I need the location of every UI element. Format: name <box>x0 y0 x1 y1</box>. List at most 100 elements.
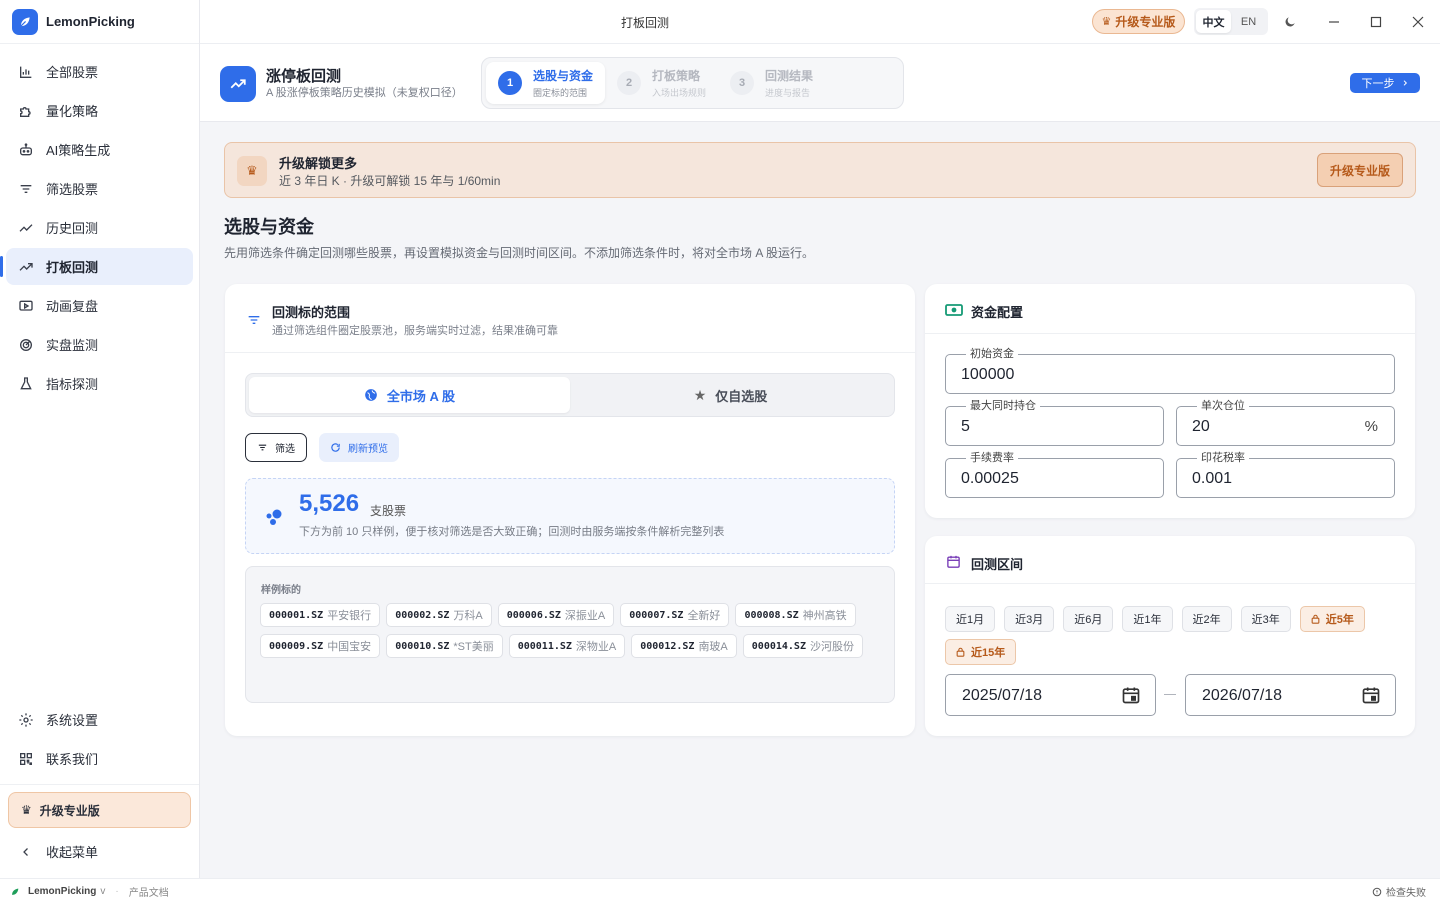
commission-rate-field[interactable]: 手续费率 0.00025 <box>945 452 1164 498</box>
step-results[interactable]: 3 回测结果 进度与报告 <box>718 62 825 104</box>
preset-15y-button[interactable]: 近15年 <box>945 639 1017 665</box>
field-label: 最大同时持仓 <box>966 400 1040 413</box>
sidebar-item-indicator-probe[interactable]: 指标探测 <box>6 365 193 402</box>
refresh-preview-button[interactable]: 刷新预览 <box>319 433 399 462</box>
play-screen-icon <box>17 297 35 315</box>
field-value: 100000 <box>961 366 1015 383</box>
stock-code: 000010.SZ <box>395 640 450 652</box>
field-value: 0.001 <box>1192 470 1233 487</box>
stock-code: 000006.SZ <box>506 609 561 621</box>
sidebar-item-label: 筛选股票 <box>46 182 99 197</box>
stock-name: 平安银行 <box>327 610 372 622</box>
stock-name: 万科A <box>453 610 483 622</box>
sidebar-item-limit-up-backtest[interactable]: 打板回测 <box>0 248 193 285</box>
banner-subtitle: 近 3 年日 K · 升级可解锁 15 年与 1/60min <box>279 174 501 188</box>
preset-5y-button[interactable]: 近5年 <box>1299 606 1365 632</box>
step-subtitle: 进度与报告 <box>765 88 811 98</box>
position-size-field[interactable]: 单次仓位 20 % <box>1176 400 1395 446</box>
step-strategy[interactable]: 2 打板策略 入场出场规则 <box>605 62 718 104</box>
language-switch: 中文 EN <box>1194 8 1268 35</box>
preset-1m-button[interactable]: 近1月 <box>945 606 996 632</box>
step-number: 2 <box>617 71 642 95</box>
refresh-label: 刷新预览 <box>348 444 388 455</box>
status-app-name: LemonPicking <box>28 886 97 897</box>
stamp-tax-field[interactable]: 印花税率 0.001 <box>1176 452 1395 498</box>
sidebar-item-screen-stocks[interactable]: 筛选股票 <box>6 170 193 207</box>
preset-6m-button[interactable]: 近6月 <box>1063 606 1114 632</box>
update-check-status[interactable]: 检查失败 <box>1386 884 1426 899</box>
next-step-button[interactable]: 下一步 <box>1350 73 1420 93</box>
sample-chip: 000002.SZ 万科A <box>386 603 492 627</box>
stock-code: 000007.SZ <box>629 609 684 621</box>
field-label: 手续费率 <box>966 452 1018 465</box>
preset-1y-button[interactable]: 近1年 <box>1122 606 1173 632</box>
date-range-separator <box>1164 694 1176 695</box>
sidebar-item-label: 系统设置 <box>46 713 99 728</box>
sample-chip: 000001.SZ 平安银行 <box>260 603 381 627</box>
stock-code: 000008.SZ <box>744 609 799 621</box>
sidebar-bottom-nav: 系统设置 联系我们 <box>0 699 199 779</box>
page-header: 涨停板回测 A 股涨停板策略历史模拟（未复权口径） 1 选股与资金 圈定标的范围… <box>200 44 1440 122</box>
sidebar-item-ai-strategy[interactable]: AI策略生成 <box>6 131 193 168</box>
docs-link[interactable]: 产品文档 <box>129 884 169 899</box>
filter-button[interactable]: 筛选 <box>245 433 307 462</box>
max-positions-field[interactable]: 最大同时持仓 5 <box>945 400 1164 446</box>
step-number: 3 <box>730 71 755 95</box>
stock-code: 000011.SZ <box>517 640 572 652</box>
preset-2y-button[interactable]: 近2年 <box>1181 606 1232 632</box>
sidebar-item-settings[interactable]: 系统设置 <box>6 701 193 738</box>
chevron-left-icon <box>17 846 35 858</box>
tab-all-market[interactable]: 全市场 A 股 <box>249 377 570 413</box>
calendar-icon <box>946 554 961 574</box>
collapse-menu-button[interactable]: 收起菜单 <box>6 833 194 870</box>
sidebar-item-quant-strategy[interactable]: 量化策略 <box>6 92 193 129</box>
dark-mode-toggle-icon[interactable] <box>1280 12 1300 32</box>
banner-title: 升级解锁更多 <box>279 156 358 171</box>
start-date-input[interactable]: 2025/07/18 <box>945 674 1156 716</box>
sidebar-item-live-monitor[interactable]: 实盘监测 <box>6 326 193 363</box>
sidebar-item-contact[interactable]: 联系我们 <box>6 740 193 777</box>
window-title: 打板回测 <box>621 16 670 30</box>
initial-capital-field[interactable]: 初始资金 100000 <box>945 348 1395 394</box>
lang-zh-button[interactable]: 中文 <box>1196 10 1231 33</box>
capital-title: 资金配置 <box>971 305 1024 320</box>
sidebar-item-history-backtest[interactable]: 历史回测 <box>6 209 193 246</box>
status-separator: · <box>115 886 119 897</box>
stock-count-description: 下方为前 10 只样例，便于核对筛选是否大致正确；回测时由服务端按条件解析完整列… <box>299 526 725 538</box>
preset-3m-button[interactable]: 近3月 <box>1004 606 1055 632</box>
status-version: v <box>100 886 106 897</box>
field-value: 20 <box>1192 418 1210 435</box>
top-upgrade-button[interactable]: ♛ 升级专业版 <box>1092 9 1185 34</box>
maximize-icon[interactable] <box>1366 12 1386 32</box>
leaf-icon <box>10 887 20 897</box>
sample-label: 样例标的 <box>261 585 301 596</box>
minimize-icon[interactable] <box>1324 12 1344 32</box>
step-title: 选股与资金 <box>533 69 594 83</box>
calendar-icon[interactable] <box>1121 685 1141 705</box>
period-title: 回测区间 <box>971 557 1024 572</box>
end-date-input[interactable]: 2026/07/18 <box>1185 674 1396 716</box>
sidebar-item-all-stocks[interactable]: 全部股票 <box>6 53 193 90</box>
field-value: 0.00025 <box>961 470 1019 487</box>
radar-icon <box>17 336 35 354</box>
close-icon[interactable] <box>1408 12 1428 32</box>
gear-icon <box>17 711 35 729</box>
globe-icon <box>364 388 378 402</box>
puzzle-icon <box>17 102 35 120</box>
brand[interactable]: LemonPicking <box>0 0 199 44</box>
sidebar-upgrade-button[interactable]: ♛ 升级专业版 <box>8 792 191 828</box>
tab-watchlist-only[interactable]: ★ 仅自选股 <box>570 377 891 413</box>
sample-list: 样例标的 000001.SZ 平安银行 000002.SZ 万科A 000006.S… <box>245 566 895 703</box>
preset-3y-button[interactable]: 近3年 <box>1240 606 1291 632</box>
preset-label: 近5年 <box>1325 614 1354 626</box>
step-select-capital[interactable]: 1 选股与资金 圈定标的范围 <box>486 62 606 104</box>
filter-icon <box>257 442 268 453</box>
stock-name: 深振业A <box>564 610 606 622</box>
stock-name: 南玻A <box>698 641 728 653</box>
banner-upgrade-button[interactable]: 升级专业版 <box>1317 153 1403 187</box>
sidebar-item-animation-replay[interactable]: 动画复盘 <box>6 287 193 324</box>
app-name: LemonPicking <box>46 14 135 29</box>
sidebar-item-label: 量化策略 <box>46 104 99 119</box>
lang-en-button[interactable]: EN <box>1231 10 1266 33</box>
calendar-icon[interactable] <box>1361 685 1381 705</box>
